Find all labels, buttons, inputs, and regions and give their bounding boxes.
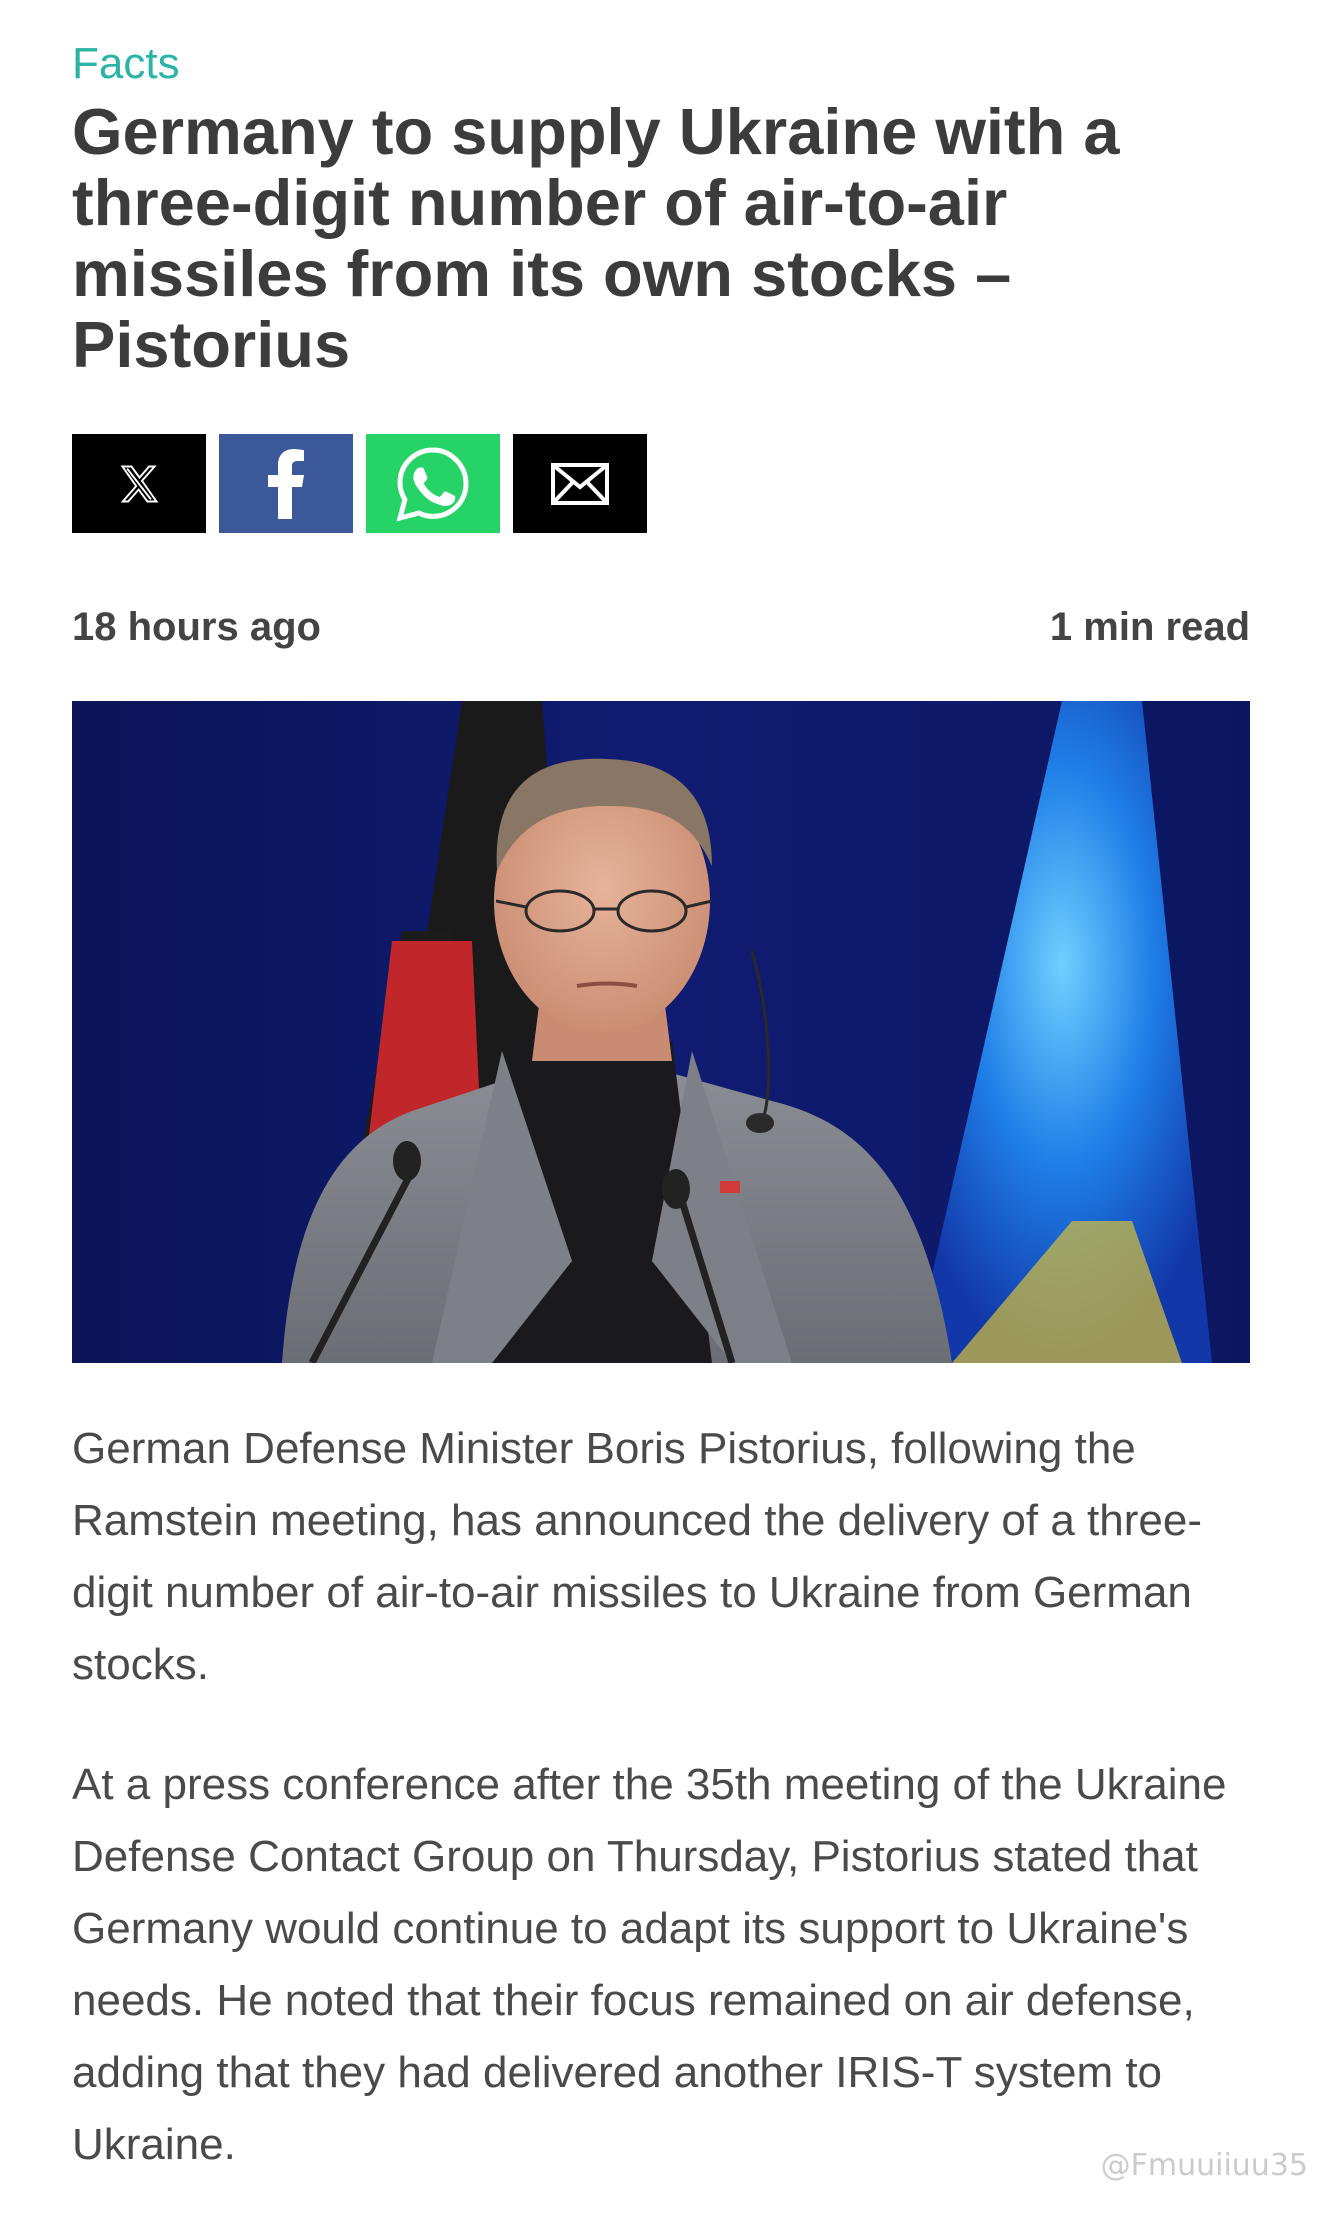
watermark: @Fmuuiiuu35 [1100,2148,1308,2183]
published-time: 18 hours ago [72,605,321,649]
paragraph: At a press conference after the 35th mee… [72,1760,1227,2169]
facebook-icon [266,448,306,519]
hero-photo-illustration [72,701,1250,1363]
article-headline: Germany to supply Ukraine with a three-d… [72,95,1120,381]
paragraph: German Defense Minister Boris Pistorius,… [72,1424,1202,1689]
share-email-button[interactable] [513,434,647,533]
share-facebook-button[interactable] [219,434,353,533]
article-body: German Defense Minister Boris Pistorius,… [72,1413,1250,2229]
read-time: 1 min read [1049,605,1250,649]
hero-photo [72,701,1250,1363]
share-whatsapp-button[interactable] [366,434,500,533]
x-logo-icon [118,463,160,505]
article-meta: 18 hours ago 1 min read [72,602,1250,652]
category-label[interactable]: Facts [72,38,180,90]
share-bar [72,434,647,533]
whatsapp-icon [393,444,473,524]
share-x-button[interactable] [72,434,206,533]
email-icon [550,462,610,506]
